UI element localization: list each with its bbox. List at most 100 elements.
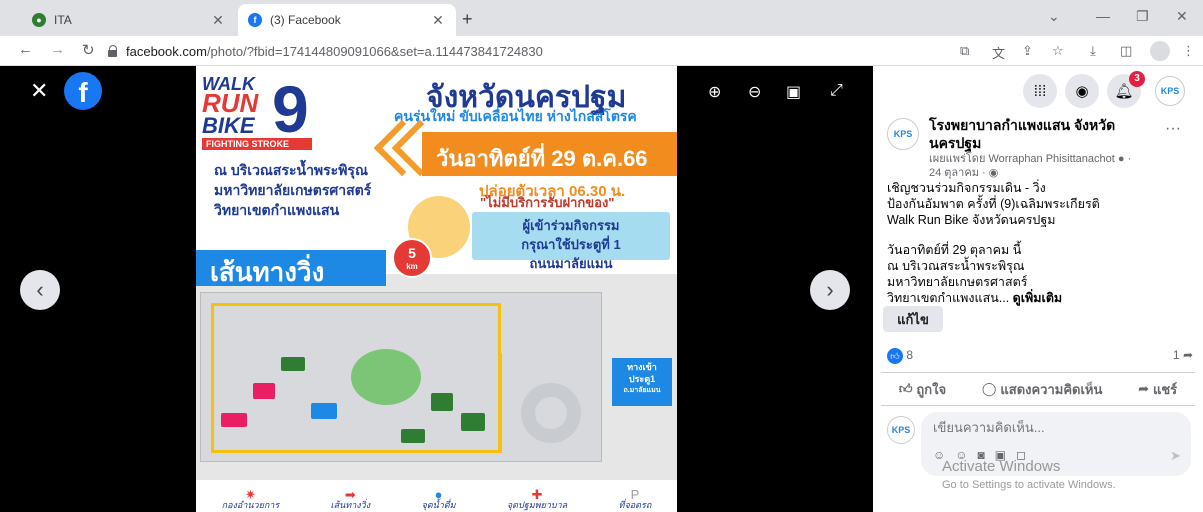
- share-count[interactable]: 1 ➦: [1173, 348, 1193, 362]
- globe-icon: ◉: [988, 167, 999, 179]
- page-name[interactable]: โรงพยาบาลกำแพงแสน จังหวัด นครปฐม: [929, 116, 1159, 152]
- window-close-icon[interactable]: ✕: [1176, 8, 1188, 25]
- venue-line: ณ บริเวณสระน้ำพระพิรุณ: [214, 162, 368, 178]
- tab-close-icon[interactable]: ✕: [210, 12, 226, 29]
- building-block: [221, 413, 247, 427]
- parking-icon: P: [630, 487, 640, 502]
- running-route-line: [499, 353, 502, 453]
- comment-input[interactable]: [933, 420, 1173, 435]
- tab-strip: ● ITA ✕ f (3) Facebook ✕ + ⌄ — ❐ ✕: [0, 0, 1203, 36]
- like-reaction-icon: 👍︎: [887, 348, 903, 364]
- post-meta: เผยแพร่โดย Worraphan Phisittanachot ● · …: [929, 153, 1132, 179]
- menu-grid-button[interactable]: ⁞⁞⁞: [1023, 74, 1057, 108]
- zoom-out-icon[interactable]: ⊖: [748, 82, 761, 102]
- commenter-avatar[interactable]: KPS: [887, 416, 915, 444]
- see-more-link[interactable]: ดูเพิ่มเติม: [1013, 291, 1063, 305]
- photo-viewer: ✕ f ⊕ ⊖ ▣ ⤢ ‹ › WALK RUN BIKE 9 FIGHTING…: [0, 66, 873, 512]
- share-arrow-icon: ➦: [1182, 348, 1193, 362]
- like-count[interactable]: 8: [906, 348, 913, 362]
- chevron-left-icon: ‹: [36, 277, 44, 302]
- post-text: เชิญชวนร่วมกิจกรรมเดิน - วิ่ง ป้องกันอัม…: [887, 180, 1187, 306]
- lock-icon: [108, 45, 118, 57]
- like-button[interactable]: 👍︎ ถูกใจ: [899, 379, 946, 400]
- translate-icon[interactable]: 文: [992, 43, 1005, 62]
- back-icon[interactable]: ←: [18, 41, 33, 58]
- comment-button[interactable]: ◯ แสดงความคิดเห็น: [982, 379, 1103, 400]
- close-viewer-icon[interactable]: ✕: [30, 78, 48, 104]
- venue-line: วิทยาเขตกำแพงแสน: [214, 202, 340, 218]
- entry-line: กรุณาใช้ประตูที่ 1: [521, 237, 621, 252]
- venue-line: มหาวิทยาลัยเกษตรศาสตร์: [214, 182, 372, 198]
- tag-photo-icon[interactable]: ▣: [786, 82, 801, 102]
- url-text[interactable]: facebook.com/photo/?fbid=174144809091066…: [126, 44, 543, 59]
- distance-value: 5: [408, 245, 416, 261]
- route-title: เส้นทางวิ่ง: [196, 250, 386, 287]
- legend-item: ✚ จุดปฐมพยาบาล: [506, 487, 568, 510]
- restore-icon[interactable]: ❐: [1136, 8, 1149, 25]
- logo-number: 9: [272, 72, 309, 146]
- bookmark-star-icon[interactable]: ☆: [1052, 43, 1064, 59]
- side-panel-icon[interactable]: ◫: [1120, 43, 1132, 59]
- post-line: วิทยาเขตกำแพงแสน... ดูเพิ่มเติม: [887, 291, 1063, 305]
- route-map: ทางเข้า ประตู1 ถ.มาลัยแมน: [196, 274, 677, 480]
- poster-no-bag-notice: "ไม่มีบริการรับฝากของ": [480, 195, 615, 210]
- previous-photo-arrow[interactable]: ‹: [20, 270, 60, 310]
- tab-facebook[interactable]: f (3) Facebook ✕: [238, 4, 456, 36]
- building-block: [461, 413, 485, 431]
- profile-avatar-icon[interactable]: [1150, 41, 1170, 61]
- reload-icon[interactable]: ↻: [82, 41, 95, 59]
- install-app-icon[interactable]: ⧉: [960, 43, 969, 59]
- new-tab-icon[interactable]: +: [462, 9, 473, 30]
- building-block: [311, 403, 337, 419]
- water-point-icon: ●: [434, 487, 443, 502]
- route-arrow-icon: ➡: [344, 487, 356, 502]
- distance-badge: 5 km: [392, 238, 432, 278]
- map-legend: ✷ กองอำนวยการ ➡ เส้นทางวิ่ง ● จุดน้ำดื่ม ✚ จ…: [196, 480, 677, 512]
- messenger-button[interactable]: ◉: [1065, 74, 1099, 108]
- share-icon[interactable]: ⇪: [1022, 43, 1033, 59]
- facebook-logo-icon[interactable]: f: [64, 72, 102, 110]
- first-aid-icon: ✚: [531, 487, 543, 502]
- minimize-icon[interactable]: —: [1096, 8, 1110, 24]
- comment-bubble-icon: ◯: [981, 381, 997, 396]
- reaction-summary[interactable]: 👍︎ 8 1 ➦: [887, 348, 1193, 366]
- road-curve: [521, 383, 581, 443]
- notifications-button[interactable]: 🔔︎ 3: [1107, 71, 1145, 108]
- ita-favicon-icon: ●: [32, 13, 46, 27]
- edit-button[interactable]: แก้ไข: [883, 306, 943, 332]
- next-photo-arrow[interactable]: ›: [810, 270, 850, 310]
- tab-close-icon[interactable]: ✕: [430, 12, 446, 29]
- info-icon: ●: [1117, 153, 1125, 165]
- published-by[interactable]: เผยแพร่โดย Worraphan Phisittanachot: [929, 153, 1115, 165]
- post-date[interactable]: 24 ตุลาคม: [929, 167, 979, 179]
- event-poster-image: WALK RUN BIKE 9 FIGHTING STROKE จังหวัดน…: [196, 66, 677, 512]
- gate-1-label: ทางเข้า ประตู1 ถ.มาลัยแมน: [612, 358, 672, 406]
- zoom-in-icon[interactable]: ⊕: [708, 82, 721, 102]
- send-icon[interactable]: ➤: [1170, 448, 1181, 464]
- page-avatar[interactable]: KPS: [887, 118, 919, 150]
- forward-icon[interactable]: →: [50, 41, 65, 58]
- post-line: มหาวิทยาลัยเกษตรศาสตร์: [887, 275, 1028, 289]
- fullscreen-icon[interactable]: ⤢: [830, 82, 843, 100]
- windows-activation-watermark: Activate Windows Go to Settings to activ…: [942, 458, 1116, 491]
- more-options-icon[interactable]: ···: [1165, 120, 1181, 138]
- legend-item: ➡ เส้นทางวิ่ง: [330, 487, 371, 510]
- legend-item: ✷ กองอำนวยการ: [221, 487, 280, 510]
- menu-kebab-icon[interactable]: ⋮: [1182, 43, 1195, 59]
- browser-toolbar: ← → ↻ facebook.com/photo/?fbid=174144809…: [0, 36, 1203, 66]
- entry-line: ถนนมาลัยแมน: [529, 256, 613, 271]
- post-line: ณ บริเวณสระน้ำพระพิรุณ: [887, 259, 1025, 273]
- gate-line: ประตู1: [628, 374, 656, 384]
- legend-item: P ที่จอดรถ: [618, 487, 652, 510]
- tab-search-chevron-icon[interactable]: ⌄: [1048, 8, 1060, 25]
- poster-slogan: คนรุ่นใหม่ ขับเคลื่อนไทย ห่างไกลสโตรค: [394, 108, 637, 124]
- address-bar[interactable]: facebook.com/photo/?fbid=174144809091066…: [108, 39, 928, 63]
- share-button[interactable]: ➦ แชร์: [1138, 379, 1177, 400]
- account-avatar[interactable]: KPS: [1155, 76, 1185, 106]
- tab-ita[interactable]: ● ITA ✕: [22, 4, 236, 36]
- post-panel: ⁞⁞⁞ ◉ 🔔︎ 3 KPS KPS โรงพยาบาลกำแพงแสน จัง…: [873, 66, 1203, 512]
- thumbs-up-icon: 👍︎: [898, 381, 913, 396]
- entry-line: ผู้เข้าร่วมกิจกรรม: [522, 218, 620, 233]
- watermark-subtitle: Go to Settings to activate Windows.: [942, 479, 1116, 491]
- downloads-icon[interactable]: ⤓: [1090, 43, 1096, 59]
